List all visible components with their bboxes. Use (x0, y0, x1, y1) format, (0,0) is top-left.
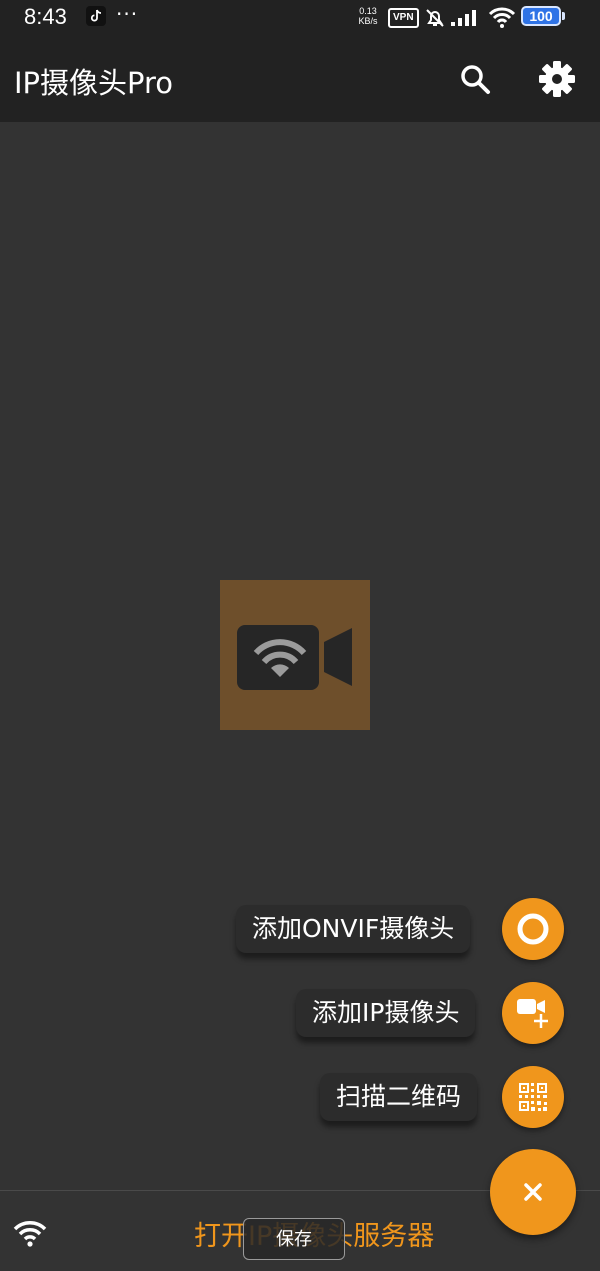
gear-icon (539, 61, 575, 97)
status-bar: 8:43 ··· 0.13 KB/s VPN 100 (0, 0, 600, 36)
more-notifications: ··· (116, 2, 139, 26)
search-button[interactable] (451, 55, 499, 103)
add-onvif-camera-button[interactable] (502, 898, 564, 960)
vpn-badge: VPN (388, 8, 419, 28)
close-speed-dial-button[interactable] (490, 1149, 576, 1235)
scan-qr-label[interactable]: 扫描二维码 (320, 1073, 478, 1121)
app-title: IP摄像头Pro (14, 66, 174, 100)
add-camera-icon (517, 999, 548, 1028)
battery-tip (562, 12, 565, 20)
tiktok-icon (86, 6, 106, 26)
add-ip-camera-button[interactable] (502, 982, 564, 1044)
net-speed-unit: KB/s (358, 16, 378, 26)
battery-indicator: 100 (521, 6, 561, 26)
save-toast: 保存 (243, 1218, 345, 1260)
bell-muted-icon (426, 9, 444, 27)
signal-icon (451, 10, 476, 26)
search-icon (461, 65, 490, 94)
net-speed: 0.13 KB/s (355, 6, 381, 26)
wifi-icon (13, 1221, 47, 1247)
app-bar: IP摄像头Pro (0, 36, 600, 122)
wifi-camera-icon (237, 625, 352, 690)
net-speed-value: 0.13 (359, 6, 377, 16)
status-time: 8:43 (24, 4, 67, 29)
scan-qr-button[interactable] (502, 1066, 564, 1128)
onvif-ring-icon (517, 913, 549, 945)
add-ip-camera-label[interactable]: 添加IP摄像头 (296, 989, 476, 1037)
add-onvif-camera-label[interactable]: 添加ONVIF摄像头 (236, 905, 471, 953)
camera-logo (220, 580, 370, 730)
close-icon (524, 1183, 542, 1201)
wifi-status-icon (488, 7, 516, 28)
screen: 8:43 ··· 0.13 KB/s VPN 100 IP摄像头Pro 添加ON… (0, 0, 600, 1271)
settings-button[interactable] (533, 55, 581, 103)
qr-code-icon (519, 1083, 547, 1111)
